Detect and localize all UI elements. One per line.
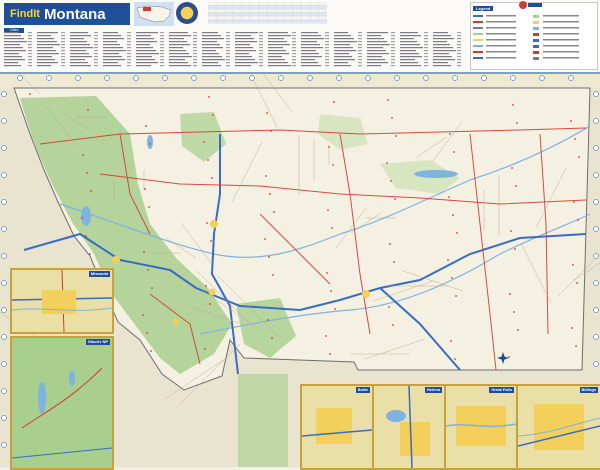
inset-missoula-map <box>12 270 112 332</box>
map-header: FindIt Montana Cities Legend <box>0 0 600 74</box>
inset-glacier[interactable]: Glacier NP <box>10 336 114 470</box>
inset-glacier-title: Glacier NP <box>85 339 110 345</box>
inset-great-falls-title: Great Falls <box>489 387 514 393</box>
legend-title: Legend <box>473 6 494 11</box>
inset-helena[interactable]: Helena <box>372 384 446 470</box>
montana-wall-map: FindIt Montana Cities Legend Missoula Gl… <box>0 0 600 470</box>
legend-symbols <box>473 15 579 60</box>
inset-billings-map <box>518 386 600 468</box>
map-legend: Legend <box>470 2 598 70</box>
state-seal-icon <box>176 2 198 24</box>
title-bar: FindIt Montana <box>4 3 130 25</box>
inset-butte-title: Butte <box>355 387 370 393</box>
inset-great-falls[interactable]: Great Falls <box>444 384 518 470</box>
distance-table <box>208 2 327 24</box>
inset-missoula-title: Missoula <box>88 271 110 277</box>
inset-butte-map <box>302 386 372 468</box>
state-title: Montana <box>43 5 106 23</box>
inset-billings-title: Billings <box>579 387 598 393</box>
inset-helena-map <box>374 386 444 468</box>
inset-missoula[interactable]: Missoula <box>10 268 114 334</box>
inset-great-falls-map <box>446 386 516 468</box>
publisher-logo-icon <box>519 1 542 9</box>
inset-glacier-map <box>12 338 112 468</box>
us-locator-map-icon <box>134 2 174 26</box>
brand-name: FindIt <box>10 8 40 20</box>
city-index <box>4 32 461 67</box>
inset-helena-title: Helena <box>424 387 442 393</box>
inset-billings[interactable]: Billings <box>516 384 600 470</box>
inset-butte[interactable]: Butte <box>300 384 374 470</box>
compass-rose-icon <box>497 352 509 364</box>
